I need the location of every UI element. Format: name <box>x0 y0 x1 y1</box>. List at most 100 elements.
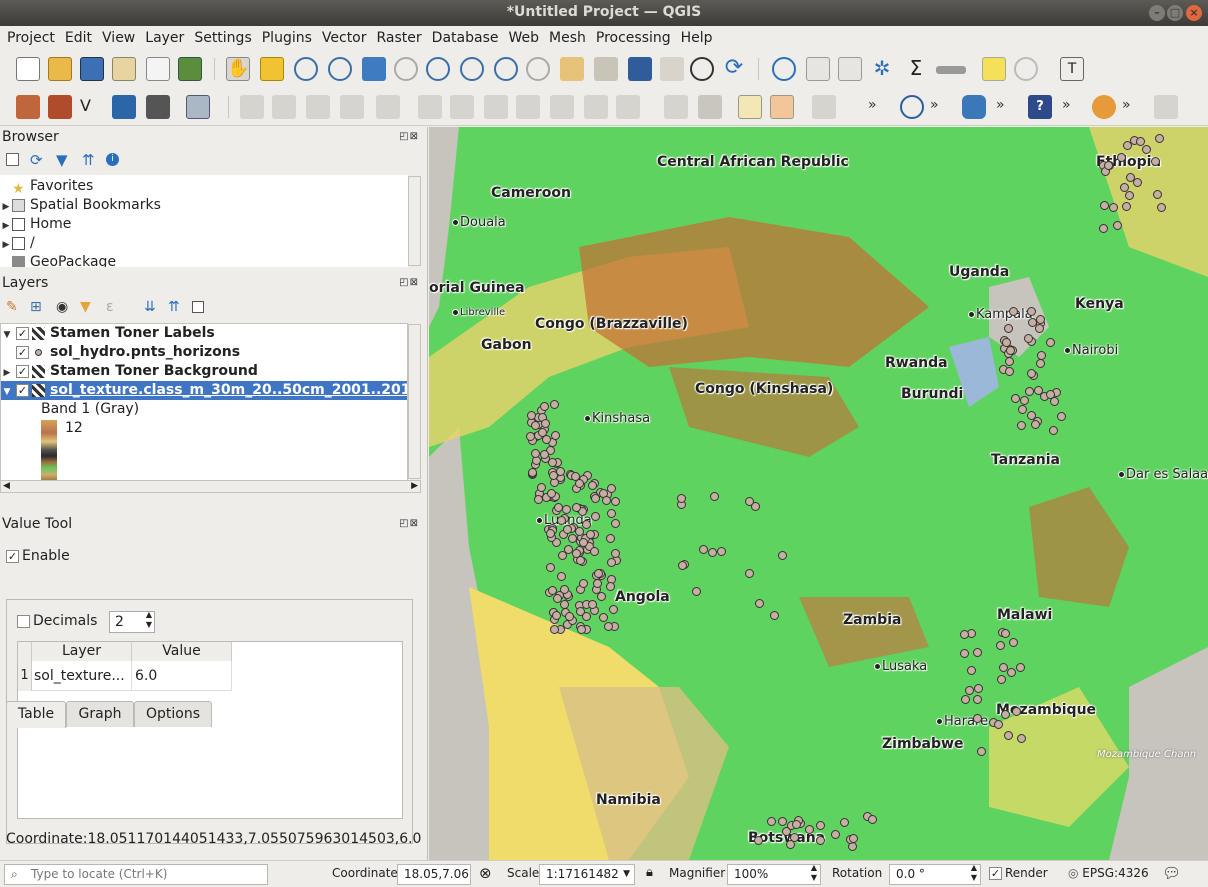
save-as-icon[interactable] <box>112 57 136 81</box>
coordinate-field[interactable]: 18.05,7.06 <box>397 864 471 885</box>
menu-processing[interactable]: Processing <box>591 30 676 46</box>
menu-help[interactable]: Help <box>676 30 718 46</box>
tab-table[interactable]: Table <box>6 701 66 728</box>
render-checkbox[interactable]: ✓ <box>989 867 1002 880</box>
panel-buttons[interactable]: ◰⊠ <box>399 131 419 142</box>
save-edits-icon[interactable] <box>306 95 330 119</box>
menu-view[interactable]: View <box>97 30 140 46</box>
measure-icon[interactable] <box>936 66 966 74</box>
layer-checkbox[interactable]: ✓ <box>16 364 29 378</box>
crs-button[interactable]: ◎ EPSG:4326 <box>1068 866 1149 880</box>
browser-item-favorites[interactable]: ★ Favorites <box>0 177 93 197</box>
add-selected-icon[interactable] <box>6 153 19 166</box>
menu-project[interactable]: Project <box>2 30 60 46</box>
pan-to-selection-icon[interactable] <box>260 57 284 81</box>
show-bookmarks-icon[interactable] <box>660 57 684 81</box>
layer-item-hydro-points[interactable]: ✓ sol_hydro.pnts_horizons <box>1 343 240 362</box>
collapse-all-icon[interactable]: ⇈ <box>168 299 180 315</box>
edit-pencil-icon[interactable] <box>240 95 264 119</box>
messages-icon[interactable]: 💬︎ <box>1162 864 1181 882</box>
new-layer-icon[interactable] <box>48 95 72 119</box>
browser-item-root[interactable]: ▶ / <box>0 234 35 253</box>
locator-icon[interactable] <box>1014 57 1038 81</box>
layer-checkbox[interactable]: ✓ <box>16 326 29 340</box>
plugin-icon[interactable] <box>1092 95 1116 119</box>
filter-expression-icon[interactable]: ε <box>106 299 114 315</box>
magnifier-spinbox[interactable]: 100% ▲ ▼ <box>727 863 821 885</box>
decimals-spinbox[interactable]: 2 ▲ ▼ <box>109 610 155 633</box>
zoom-to-layer-icon[interactable] <box>426 57 450 81</box>
browser-item-bookmarks[interactable]: ▶ Spatial Bookmarks <box>0 196 161 215</box>
zoom-last-icon[interactable] <box>494 57 518 81</box>
undo-icon[interactable] <box>584 95 608 119</box>
tab-options[interactable]: Options <box>134 701 212 727</box>
zoom-native-icon[interactable] <box>460 57 484 81</box>
zoom-full-icon[interactable] <box>362 57 386 81</box>
column-header-value[interactable]: Value <box>132 642 232 661</box>
copy-icon[interactable] <box>516 95 540 119</box>
column-header-layer[interactable]: Layer <box>32 642 132 661</box>
rotation-spinbox[interactable]: 0.0 ° ▲ ▼ <box>889 863 981 885</box>
layer-item-toner-labels[interactable]: ▼ ✓ Stamen Toner Labels <box>1 324 215 343</box>
field-calculator-icon[interactable] <box>838 57 862 81</box>
enable-row[interactable]: ✓ Enable <box>6 548 70 564</box>
identify-icon[interactable] <box>772 57 796 81</box>
data-source-manager-icon[interactable] <box>16 95 40 119</box>
menu-database[interactable]: Database <box>427 30 504 46</box>
add-vector-icon[interactable]: V <box>80 95 104 119</box>
add-group-icon[interactable]: ⊞ <box>30 299 42 315</box>
menu-layer[interactable]: Layer <box>140 30 189 46</box>
new-map-view-icon[interactable] <box>560 57 584 81</box>
attribute-table-icon[interactable] <box>806 57 830 81</box>
render-toggle[interactable]: ✓ Render <box>989 866 1048 880</box>
layers-hscrollbar[interactable]: ◀ ▶ <box>0 480 421 493</box>
decimals-checkbox[interactable] <box>17 614 30 628</box>
modify-attributes-icon[interactable] <box>418 95 442 119</box>
filter-legend-icon[interactable]: ▼ <box>80 299 91 315</box>
paste-icon[interactable] <box>550 95 574 119</box>
menu-settings[interactable]: Settings <box>189 30 256 46</box>
browser-item-geopackage[interactable]: GeoPackage <box>0 253 116 267</box>
info-icon[interactable]: i <box>106 153 119 166</box>
layers-vscrollbar[interactable] <box>408 324 421 479</box>
save-project-icon[interactable] <box>80 57 104 81</box>
menu-plugins[interactable]: Plugins <box>257 30 317 46</box>
statistics-sigma-icon[interactable]: Σ <box>904 57 928 81</box>
menu-raster[interactable]: Raster <box>372 30 427 46</box>
text-annotation-icon[interactable]: T <box>1060 57 1084 81</box>
scale-combo[interactable]: 1:17161482 ▼ <box>539 864 635 885</box>
zoom-out-icon[interactable] <box>328 57 352 81</box>
browser-item-home[interactable]: ▶ Home <box>0 215 72 234</box>
open-project-icon[interactable] <box>48 57 72 81</box>
toggle-editing-icon[interactable] <box>272 95 296 119</box>
new-project-icon[interactable] <box>16 57 40 81</box>
browser-scrollbar[interactable] <box>408 176 421 266</box>
zoom-to-selection-icon[interactable] <box>394 57 418 81</box>
map-canvas[interactable]: Central African Republic Cameroon Ethiop… <box>429 127 1208 860</box>
settings-gear-icon[interactable]: ✲ <box>870 57 894 81</box>
print-layout-icon[interactable] <box>146 57 170 81</box>
expand-all-icon[interactable]: ⇊ <box>144 299 156 315</box>
redo-icon[interactable] <box>616 95 640 119</box>
map-tips-icon[interactable] <box>982 57 1006 81</box>
add-raster-icon[interactable] <box>146 95 170 119</box>
digitize-icon[interactable] <box>112 95 136 119</box>
layer-checkbox[interactable]: ✓ <box>16 345 29 359</box>
bookmark-icon[interactable] <box>628 57 652 81</box>
maximize-button[interactable]: □ <box>1167 5 1183 21</box>
menu-vector[interactable]: Vector <box>317 30 372 46</box>
toolbar-overflow-icon[interactable]: » <box>930 97 939 113</box>
add-feature-icon[interactable] <box>340 95 364 119</box>
coordinate-toggle-icon[interactable]: ⊗ <box>479 864 492 882</box>
vertex-tool-icon[interactable] <box>376 95 400 119</box>
decimals-row[interactable]: Decimals <box>17 613 97 629</box>
pan-hand-icon[interactable]: ✋ <box>226 57 250 81</box>
toolbar-overflow-icon[interactable]: » <box>868 97 877 113</box>
zoom-next-icon[interactable] <box>526 57 550 81</box>
temporal-clock-icon[interactable] <box>690 57 714 81</box>
toolbar-overflow-icon[interactable]: » <box>1062 97 1071 113</box>
layer-checkbox[interactable]: ✓ <box>16 383 29 397</box>
panel-buttons[interactable]: ◰⊠ <box>399 277 419 288</box>
visibility-eye-icon[interactable]: ◉ <box>56 299 68 315</box>
change-label-icon[interactable] <box>812 95 836 119</box>
